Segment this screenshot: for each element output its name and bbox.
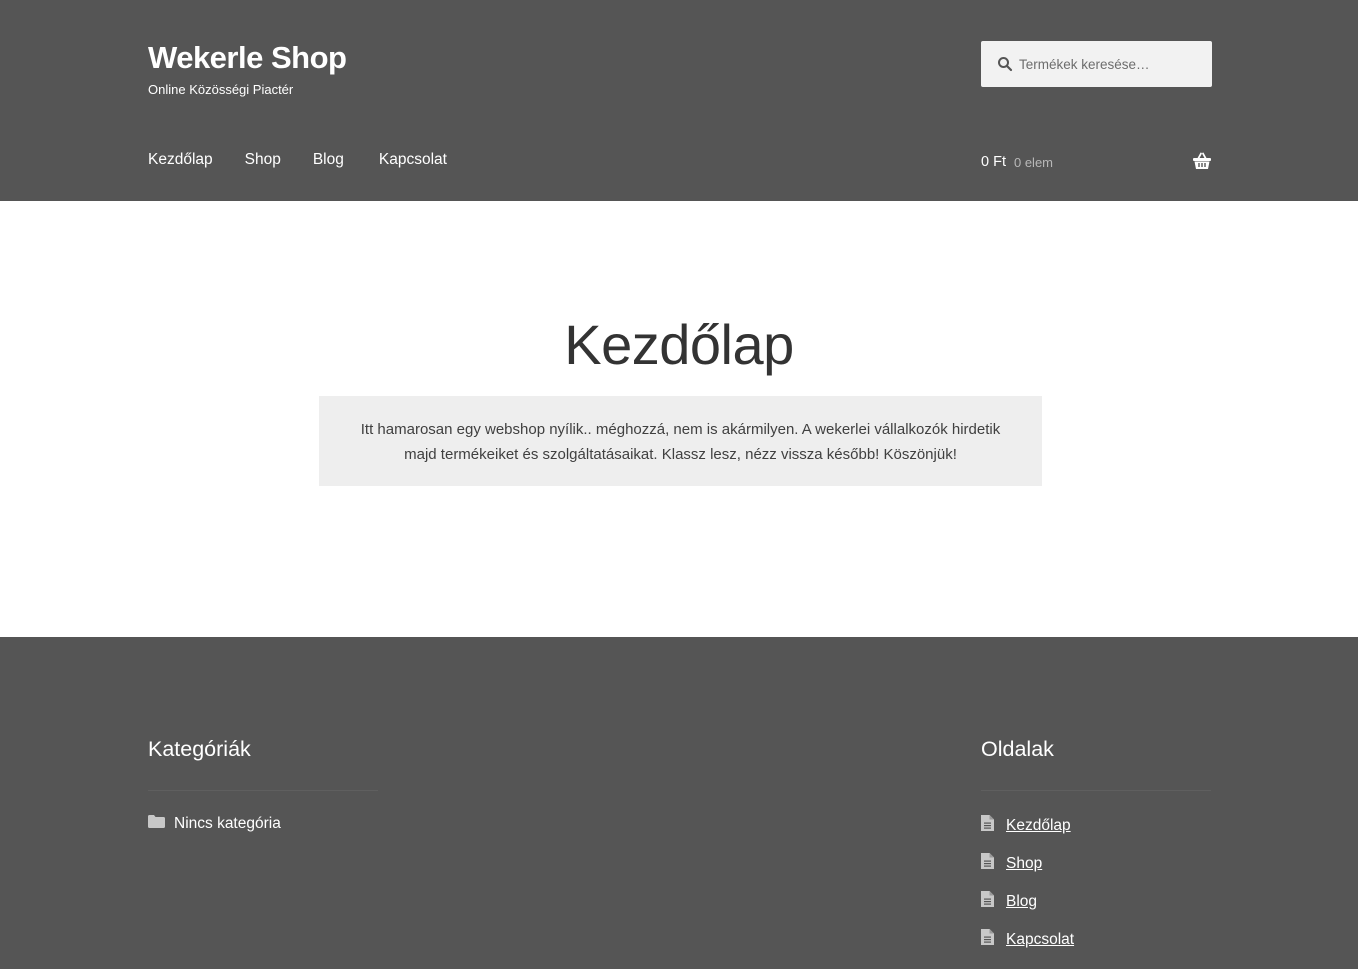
- folder-icon: [148, 815, 165, 833]
- site-footer: Kategóriák Nincs kategória Oldalak Kezdő…: [0, 637, 1358, 969]
- categories-widget-title: Kategóriák: [148, 737, 251, 761]
- cart-count: 0 elem: [1013, 154, 1054, 170]
- page-link-label[interactable]: Kezdőlap: [1006, 817, 1071, 835]
- basket-icon[interactable]: [1192, 152, 1212, 170]
- page-link-shop[interactable]: Shop: [981, 853, 1042, 874]
- notice-box: Itt hamarosan egy webshop nyílik.. mégho…: [319, 396, 1042, 486]
- primary-nav: Kezdőlap Shop Blog Kapcsolat: [148, 151, 479, 169]
- site-title[interactable]: Wekerle Shop: [148, 40, 347, 76]
- page-link-label[interactable]: Kapcsolat: [1006, 931, 1074, 949]
- page-link-label[interactable]: Blog: [1006, 893, 1037, 911]
- nav-item-shop[interactable]: Shop: [245, 151, 281, 169]
- page-link-kezdolap[interactable]: Kezdőlap: [981, 815, 1071, 836]
- category-label[interactable]: Nincs kategória: [174, 815, 281, 833]
- document-icon: [981, 853, 994, 874]
- document-icon: [981, 929, 994, 950]
- document-icon: [981, 891, 994, 912]
- site-tagline: Online Közösségi Piactér: [148, 82, 294, 97]
- document-icon: [981, 815, 994, 836]
- page-title: Kezdőlap: [564, 313, 794, 376]
- product-search[interactable]: [981, 41, 1212, 87]
- pages-widget-title: Oldalak: [981, 737, 1054, 761]
- cart-amount: 0 Ft: [981, 154, 1006, 170]
- search-input[interactable]: [1019, 56, 1209, 72]
- site-header: Wekerle Shop Online Közösségi Piactér Ke…: [0, 0, 1358, 201]
- page-link-blog[interactable]: Blog: [981, 891, 1037, 912]
- pages-divider: [981, 790, 1211, 791]
- cart-widget[interactable]: 0 Ft 0 elem: [981, 151, 1212, 173]
- page-link-label[interactable]: Shop: [1006, 855, 1042, 873]
- category-item[interactable]: Nincs kategória: [148, 815, 281, 833]
- search-icon: [997, 56, 1013, 72]
- nav-item-kapcsolat[interactable]: Kapcsolat: [379, 151, 447, 169]
- nav-item-blog[interactable]: Blog: [313, 151, 344, 169]
- nav-item-kezdolap[interactable]: Kezdőlap: [148, 151, 213, 169]
- page-link-kapcsolat[interactable]: Kapcsolat: [981, 929, 1074, 950]
- categories-divider: [148, 790, 378, 791]
